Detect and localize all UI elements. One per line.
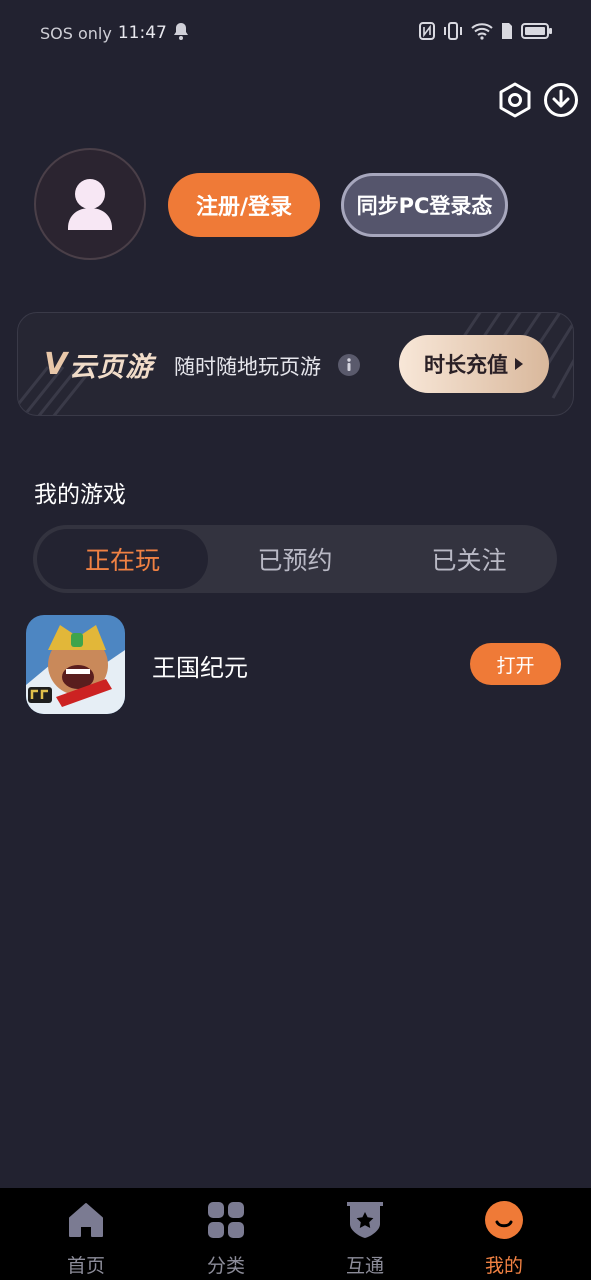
banner-slogan: 随时随地玩页游	[174, 355, 321, 379]
recharge-button[interactable]: 时长充值	[399, 335, 549, 393]
sync-pc-login-button[interactable]: 同步PC登录态	[341, 173, 508, 237]
my-games-title: 我的游戏	[34, 482, 126, 508]
nav-label-interop: 互通	[345, 1255, 384, 1277]
info-icon[interactable]	[338, 354, 360, 376]
cloud-game-banner[interactable]: V 云页游 随时随地玩页游 时长充值	[17, 312, 574, 416]
settings-icon[interactable]	[497, 82, 533, 118]
play-arrow-icon	[514, 352, 524, 376]
game-artwork	[26, 615, 125, 714]
tab-playing[interactable]: 正在玩	[37, 529, 208, 589]
carrier-text: SOS only	[40, 23, 112, 43]
brand-logo: V 云页游	[44, 345, 153, 384]
brand-mark: V	[44, 347, 68, 382]
nav-label-category: 分类	[206, 1255, 245, 1277]
download-icon[interactable]	[543, 82, 579, 118]
status-left: SOS only 11:47	[40, 22, 189, 44]
nav-item-category[interactable]: 分类	[166, 1188, 286, 1280]
clock: 11:47	[117, 23, 167, 43]
status-right	[419, 22, 553, 40]
wifi-icon	[471, 22, 493, 40]
avatar[interactable]	[34, 148, 146, 260]
brand-name: 云页游	[69, 352, 154, 383]
nav-item-home[interactable]: 首页	[26, 1188, 146, 1280]
bottom-nav: 首页 分类 互通 我的	[0, 1188, 591, 1280]
status-bar: SOS only 11:47	[0, 0, 591, 66]
open-game-button[interactable]: 打开	[470, 643, 561, 685]
nav-item-mine[interactable]: 我的	[444, 1188, 564, 1280]
nav-label-mine: 我的	[484, 1255, 523, 1277]
game-icon[interactable]	[26, 615, 125, 714]
vibrate-icon	[443, 22, 463, 40]
sim-icon	[501, 22, 513, 40]
login-register-button[interactable]: 注册/登录	[168, 173, 320, 237]
game-name: 王国纪元	[152, 654, 248, 682]
profile-icon	[485, 1201, 523, 1239]
games-tab-bar: 正在玩 已预约 已关注	[33, 525, 557, 593]
category-icon	[208, 1202, 244, 1238]
tab-reserved[interactable]: 已预约	[209, 525, 381, 593]
recharge-label: 时长充值	[424, 353, 508, 377]
nav-item-interop[interactable]: 互通	[305, 1188, 425, 1280]
nfc-icon	[419, 22, 435, 40]
tab-following[interactable]: 已关注	[383, 525, 555, 593]
battery-icon	[521, 22, 553, 40]
badge-icon	[347, 1202, 383, 1238]
nav-label-home: 首页	[66, 1255, 105, 1277]
user-avatar-icon	[68, 179, 112, 230]
bell-icon	[173, 22, 189, 44]
home-icon	[69, 1203, 103, 1237]
